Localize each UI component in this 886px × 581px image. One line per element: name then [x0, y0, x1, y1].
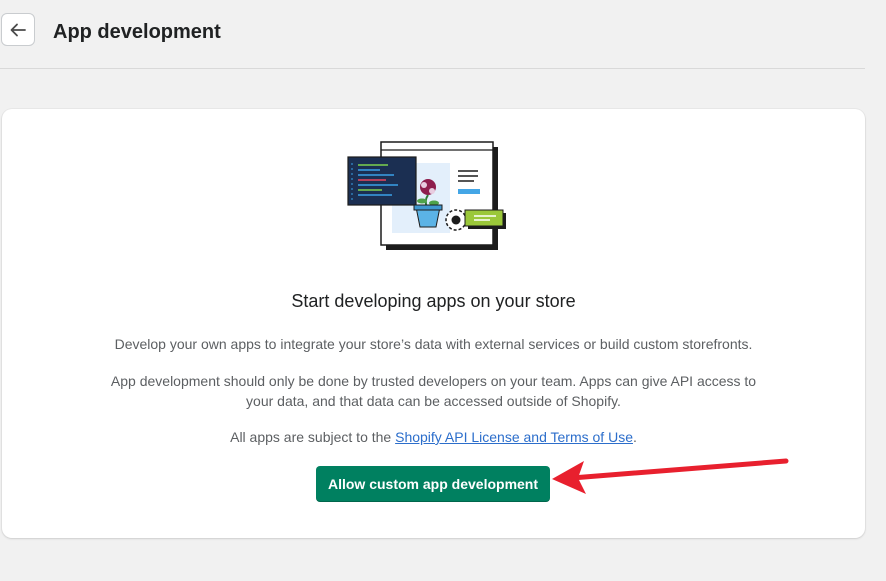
terms-suffix: . — [632, 429, 637, 445]
page-header: App development — [0, 0, 886, 69]
terms-text: All apps are subject to the Shopify API … — [102, 427, 765, 447]
page-title: App development — [53, 21, 221, 43]
empty-state-heading: Start developing apps on your store — [291, 291, 576, 311]
allow-custom-app-development-button[interactable]: Allow custom app development — [316, 466, 550, 502]
app-development-page: App development Start developing apps on… — [0, 0, 886, 581]
arrow-left-icon — [10, 23, 26, 36]
description-text: Develop your own apps to integrate your … — [114, 336, 753, 352]
terms-link[interactable]: Shopify API License and Terms of Use — [395, 429, 633, 445]
terms-prefix: All apps are subject to the — [230, 429, 396, 445]
annotation-arrow-icon — [552, 458, 789, 494]
back-button[interactable] — [1, 13, 35, 46]
header-divider — [0, 68, 865, 69]
warning-text: App development should only be done by t… — [110, 373, 757, 409]
app-development-illustration — [347, 141, 506, 250]
